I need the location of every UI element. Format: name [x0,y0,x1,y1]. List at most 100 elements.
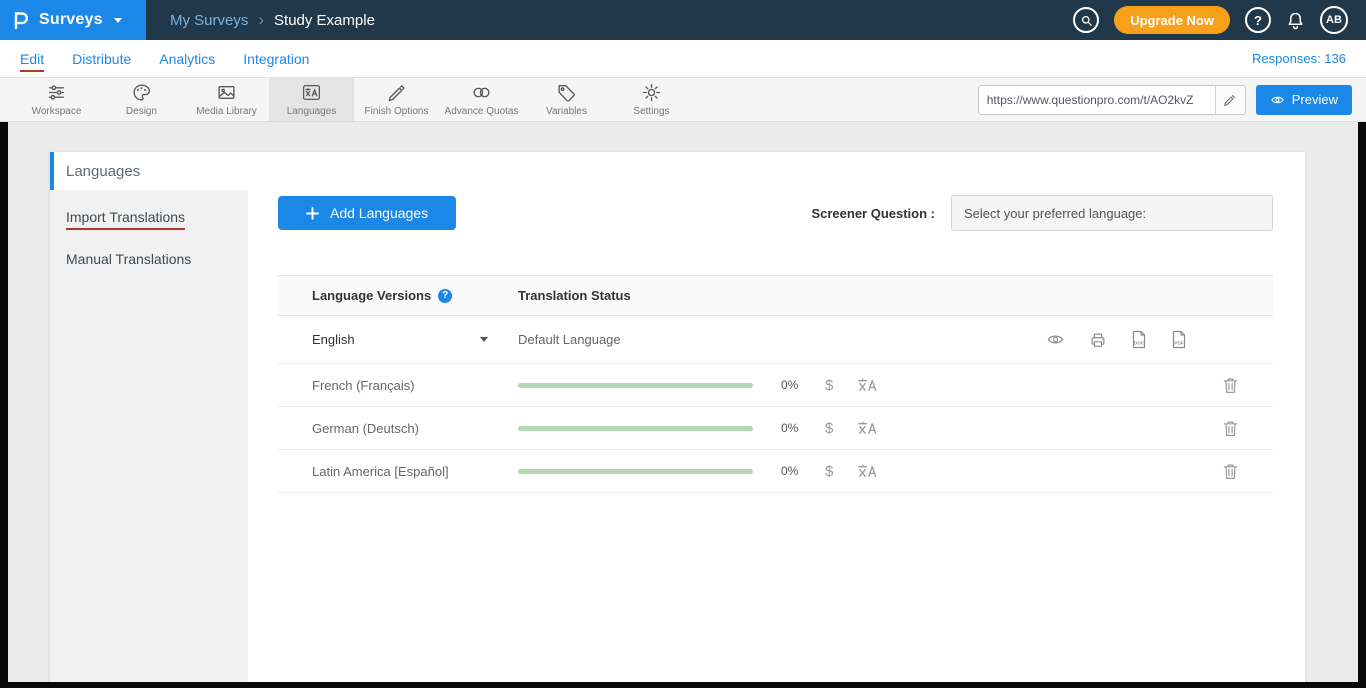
export-pdf-button[interactable]: PDF [1171,330,1187,349]
top-bar: Surveys My Surveys › Study Example Upgra… [0,0,1366,40]
panel-title: Languages [50,163,140,180]
workspace-icon [46,82,67,103]
pdf-file-icon: PDF [1171,330,1187,349]
screener-question-select[interactable]: Select your preferred language: [951,195,1273,231]
translation-progress-bar [518,469,753,474]
delete-language-button[interactable] [1223,377,1238,394]
languages-icon [301,82,322,103]
language-name: Latin America [Español] [312,464,449,479]
add-languages-button[interactable]: Add Languages [278,196,456,230]
surveys-menu-button[interactable]: Surveys [0,0,146,40]
eye-icon [1046,332,1065,347]
eye-icon [1270,94,1285,106]
pencil-icon [1223,93,1237,107]
panel-body: Import Translations Manual Translations … [50,190,1305,682]
translate-icon [857,377,878,393]
translation-percent: 0% [781,464,811,478]
edit-toolbar: Workspace Design Media Library Languages [0,78,1366,122]
chevron-right-icon: › [258,10,264,30]
toolbar-item-workspace[interactable]: Workspace [14,78,99,121]
screener-question-label: Screener Question : [811,206,935,221]
toolbar-right: Preview [978,78,1366,121]
toolbar-item-finish-options[interactable]: Finish Options [354,78,439,121]
menu-item-import-translations[interactable]: Import Translations [50,196,248,238]
breadcrumb-my-surveys[interactable]: My Surveys [170,12,248,29]
actions-row: Add Languages Screener Question : Select… [278,195,1273,231]
screener-question: Screener Question : Select your preferre… [811,195,1273,231]
chevron-down-icon [114,18,122,23]
tab-distribute[interactable]: Distribute [72,51,131,67]
svg-text:PDF: PDF [1174,341,1183,346]
translation-progress-bar [518,383,753,388]
preview-label: Preview [1292,92,1338,107]
paid-translation-button[interactable]: $ [825,463,833,480]
svg-text:DOC: DOC [1134,341,1145,346]
help-button[interactable]: ? [1245,7,1271,33]
language-name: German (Deutsch) [312,421,419,436]
plus-icon [306,207,319,220]
language-versions-header: Language Versions ? [278,288,518,303]
design-icon [131,82,152,103]
trash-icon [1223,377,1238,394]
view-survey-button[interactable] [1046,332,1065,347]
paid-translation-button[interactable]: $ [825,420,833,437]
toolbar-item-media-library[interactable]: Media Library [184,78,269,121]
preview-button[interactable]: Preview [1256,85,1352,115]
breadcrumb-current: Study Example [274,12,375,29]
upgrade-now-button[interactable]: Upgrade Now [1114,6,1230,34]
question-mark-icon: ? [1254,13,1262,28]
languages-main: Add Languages Screener Question : Select… [248,190,1305,682]
delete-language-button[interactable] [1223,463,1238,480]
language-name: English [312,332,355,347]
doc-file-icon: DOC [1131,330,1147,349]
edit-url-button[interactable] [1215,86,1245,114]
tab-integration[interactable]: Integration [243,51,309,67]
questionpro-logo-icon [12,10,30,30]
language-row: French (Français) 0% $ [278,364,1273,407]
survey-url-box [978,85,1246,115]
language-row: Latin America [Español] 0% $ [278,450,1273,493]
survey-url-input[interactable] [979,93,1215,107]
export-doc-button[interactable]: DOC [1131,330,1147,349]
table-header-row: Language Versions ? Translation Status [278,276,1273,316]
menu-item-manual-translations[interactable]: Manual Translations [50,238,248,280]
tab-edit[interactable]: Edit [20,51,44,67]
responses-count[interactable]: Responses: 136 [1252,51,1346,66]
language-row: German (Deutsch) 0% $ [278,407,1273,450]
tab-analytics[interactable]: Analytics [159,51,215,67]
panel-header: Languages [50,152,1305,190]
bell-icon [1286,11,1305,30]
search-button[interactable] [1073,7,1099,33]
accent-bar [50,152,54,190]
toolbar-item-design[interactable]: Design [99,78,184,121]
chevron-down-icon[interactable] [480,337,488,342]
variables-icon [556,82,577,103]
languages-panel: Languages Import Translations Manual Tra… [50,152,1305,682]
notifications-button[interactable] [1286,11,1305,30]
toolbar-item-settings[interactable]: Settings [609,78,694,121]
translation-status-header: Translation Status [518,288,1187,303]
auto-translate-button[interactable] [857,463,878,479]
topbar-actions: Upgrade Now ? AB [1073,6,1366,34]
survey-nav: Edit Distribute Analytics Integration Re… [0,40,1366,78]
avatar-initials: AB [1326,14,1342,26]
toolbar-item-advance-quotas[interactable]: Advance Quotas [439,78,524,121]
trash-icon [1223,420,1238,437]
advance-quotas-icon [471,82,492,103]
breadcrumb: My Surveys › Study Example [170,10,375,30]
toolbar-item-variables[interactable]: Variables [524,78,609,121]
languages-table: Language Versions ? Translation Status [278,275,1273,493]
auto-translate-button[interactable] [857,420,878,436]
print-button[interactable] [1089,331,1107,349]
paid-translation-button[interactable]: $ [825,377,833,394]
content-frame: Languages Import Translations Manual Tra… [0,122,1366,688]
auto-translate-button[interactable] [857,377,878,393]
translation-progress-bar [518,426,753,431]
help-icon[interactable]: ? [438,289,452,303]
trash-icon [1223,463,1238,480]
avatar[interactable]: AB [1320,6,1348,34]
content-background: Languages Import Translations Manual Tra… [8,122,1358,682]
toolbar-item-languages[interactable]: Languages [269,78,354,121]
finish-options-icon [386,82,407,103]
delete-language-button[interactable] [1223,420,1238,437]
